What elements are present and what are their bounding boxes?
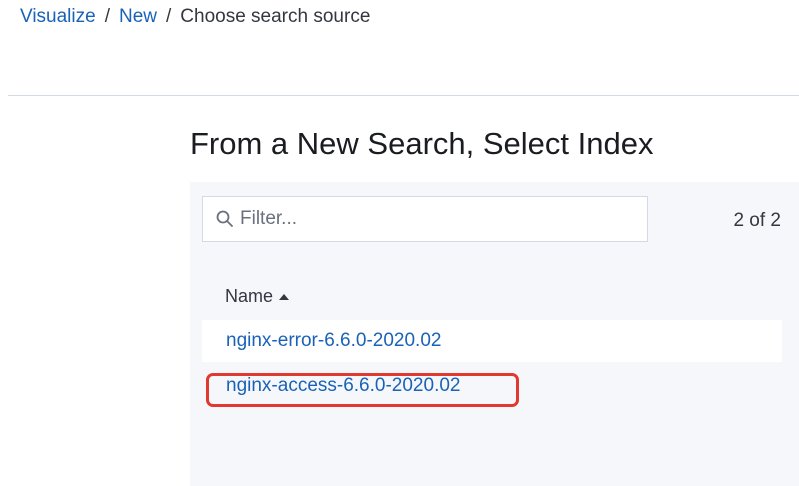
filter-input[interactable] <box>240 208 647 230</box>
breadcrumb-separator: / <box>166 6 172 27</box>
breadcrumb-new-link[interactable]: New <box>119 6 157 27</box>
results-count: 2 of 2 <box>733 210 781 231</box>
filter-box[interactable] <box>202 196 648 242</box>
table-row: nginx-error-6.6.0-2020.02 <box>202 320 782 362</box>
page-title: From a New Search, Select Index <box>190 126 654 161</box>
breadcrumb-current: Choose search source <box>180 6 371 27</box>
sort-ascending-icon <box>279 293 290 300</box>
breadcrumb: Visualize / New / Choose search source <box>20 4 370 30</box>
index-selection-panel: 2 of 2 Name nginx-error-6.6.0-2020.02 ng… <box>190 182 799 486</box>
index-link-nginx-error[interactable]: nginx-error-6.6.0-2020.02 <box>226 330 441 352</box>
index-link-nginx-access[interactable]: nginx-access-6.6.0-2020.02 <box>226 375 460 397</box>
breadcrumb-separator: / <box>104 6 110 27</box>
table-row: nginx-access-6.6.0-2020.02 <box>202 365 782 407</box>
name-column-header[interactable]: Name <box>225 286 290 307</box>
header-divider <box>8 95 799 96</box>
search-icon <box>216 210 234 228</box>
name-column-label: Name <box>225 286 274 306</box>
breadcrumb-visualize-link[interactable]: Visualize <box>20 6 96 27</box>
